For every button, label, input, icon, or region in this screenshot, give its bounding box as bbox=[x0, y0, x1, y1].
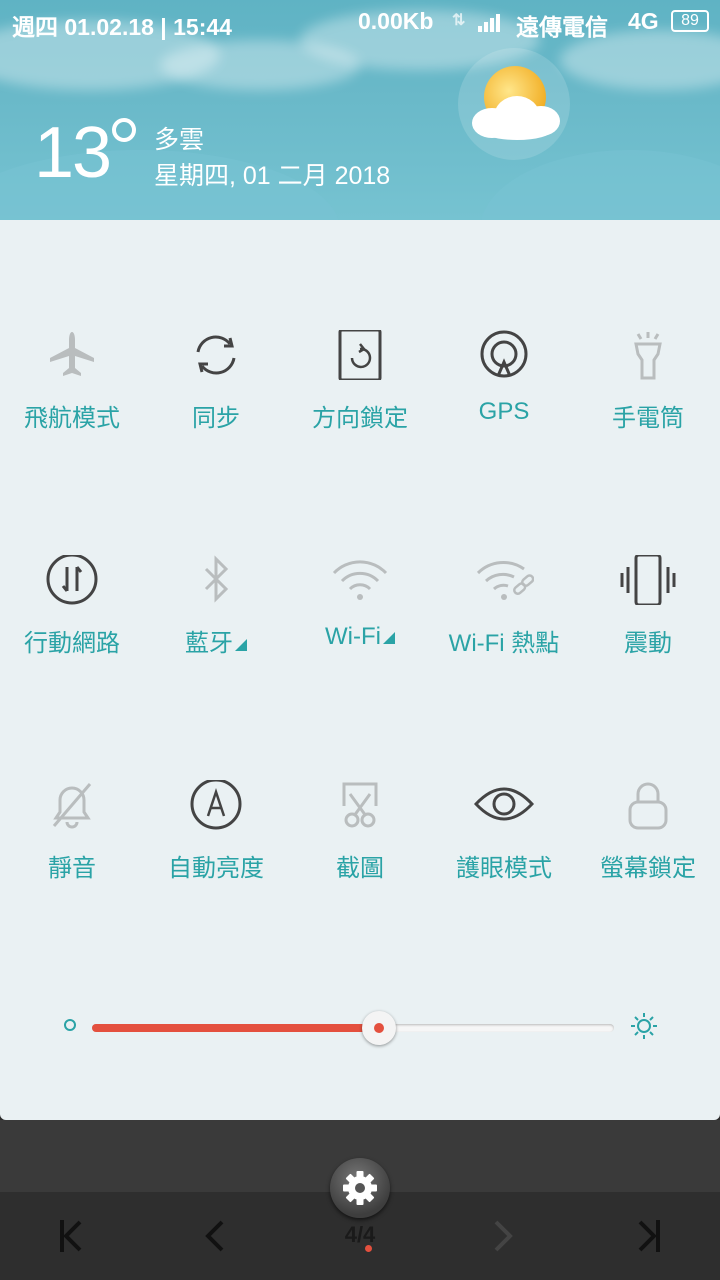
hotspot-icon bbox=[476, 561, 534, 600]
previous-page-icon[interactable] bbox=[190, 1212, 238, 1260]
gear-icon bbox=[343, 1171, 377, 1205]
toggle-label: 行動網路 bbox=[24, 630, 120, 657]
status-bar: 週四 01.02.18 | 15:44 0.00Kb ⇅ 遠傳電信 4G 89 bbox=[0, 0, 720, 44]
airplane-icon bbox=[50, 332, 94, 376]
brightness-thumb[interactable] bbox=[362, 1011, 397, 1045]
wifi-icon bbox=[332, 560, 388, 600]
toggle-wifi[interactable]: Wi-Fi bbox=[288, 535, 432, 705]
toggle-rotation-lock[interactable]: 方向鎖定 bbox=[288, 310, 432, 480]
brightness-fill bbox=[92, 1024, 380, 1032]
auto-brightness-icon bbox=[190, 780, 242, 830]
status-network: 4G bbox=[628, 8, 659, 34]
toggle-mobile-data[interactable]: 行動網路 bbox=[0, 535, 144, 705]
toggle-flashlight[interactable]: 手電筒 bbox=[576, 310, 720, 480]
toggle-label: Wi-Fi 熱點 bbox=[448, 630, 560, 657]
last-page-icon[interactable] bbox=[626, 1212, 674, 1260]
gps-icon bbox=[480, 330, 528, 378]
toggle-sync[interactable]: 同步 bbox=[144, 310, 288, 480]
weather-condition: 多雲 bbox=[154, 126, 205, 154]
toggle-label: 螢幕鎖定 bbox=[600, 855, 696, 882]
dropdown-indicator-icon bbox=[382, 632, 395, 644]
toggle-label: 同步 bbox=[192, 405, 240, 432]
signal-icon bbox=[478, 12, 506, 32]
toggle-label: 方向鎖定 bbox=[312, 405, 408, 432]
toggle-label: 手電筒 bbox=[612, 405, 684, 432]
screenshot-icon bbox=[342, 782, 378, 828]
page-dot bbox=[365, 1245, 372, 1252]
toggle-label: Wi-Fi bbox=[288, 623, 432, 651]
toggle-label: 護眼模式 bbox=[456, 855, 552, 882]
toggle-auto-brightness[interactable]: 自動亮度 bbox=[144, 760, 288, 930]
toggle-hotspot[interactable]: Wi-Fi 熱點 bbox=[432, 535, 576, 705]
toggle-label: 自動亮度 bbox=[168, 855, 264, 882]
status-date-time: 週四 01.02.18 | 15:44 bbox=[12, 14, 232, 40]
brightness-low-icon bbox=[64, 1019, 76, 1031]
settings-button[interactable] bbox=[330, 1158, 390, 1218]
brightness-high-icon bbox=[631, 1013, 657, 1039]
rotation-lock-icon bbox=[338, 330, 382, 380]
toggle-airplane[interactable]: 飛航模式 bbox=[0, 310, 144, 480]
mute-bell-icon bbox=[52, 783, 92, 829]
status-net-speed: 0.00Kb bbox=[358, 8, 434, 34]
page-indicator: 4/4 bbox=[344, 1222, 376, 1247]
dropdown-indicator-icon bbox=[235, 639, 247, 651]
mobile-data-icon bbox=[46, 555, 98, 605]
status-carrier: 遠傳電信 bbox=[516, 14, 608, 40]
toggle-label: 飛航模式 bbox=[24, 405, 120, 432]
first-page-icon[interactable] bbox=[46, 1212, 94, 1260]
toggle-label: GPS bbox=[478, 398, 530, 425]
toggle-label: 截圖 bbox=[336, 855, 384, 882]
data-arrows-icon: ⇅ bbox=[452, 12, 466, 29]
toggle-vibrate[interactable]: 震動 bbox=[576, 535, 720, 705]
temperature[interactable]: 13 bbox=[34, 112, 112, 194]
brightness-slider[interactable] bbox=[92, 1024, 614, 1032]
battery-icon: 89 bbox=[671, 10, 709, 32]
toggle-screenshot[interactable]: 截圖 bbox=[288, 760, 432, 930]
weather-date: 星期四, 01 二月 2018 bbox=[154, 162, 391, 190]
sync-icon bbox=[196, 335, 236, 375]
flashlight-icon bbox=[634, 332, 662, 380]
toggle-bluetooth[interactable]: 藍牙 bbox=[144, 535, 288, 705]
toggle-mute[interactable]: 靜音 bbox=[0, 760, 144, 930]
toggle-screen-lock[interactable]: 螢幕鎖定 bbox=[576, 760, 720, 930]
toggle-label: 靜音 bbox=[48, 855, 96, 882]
lock-icon bbox=[628, 782, 668, 830]
toggle-gps[interactable]: GPS bbox=[432, 310, 576, 480]
toggle-label: 藍牙 bbox=[144, 623, 288, 658]
toggle-label: 震動 bbox=[624, 630, 672, 657]
degree-symbol bbox=[112, 118, 136, 142]
eye-icon bbox=[474, 787, 534, 821]
toggle-eye-mode[interactable]: 護眼模式 bbox=[432, 760, 576, 930]
vibrate-icon bbox=[620, 555, 676, 605]
bluetooth-icon bbox=[204, 555, 229, 603]
next-page-icon[interactable] bbox=[480, 1212, 528, 1260]
cloud-icon bbox=[466, 84, 566, 144]
